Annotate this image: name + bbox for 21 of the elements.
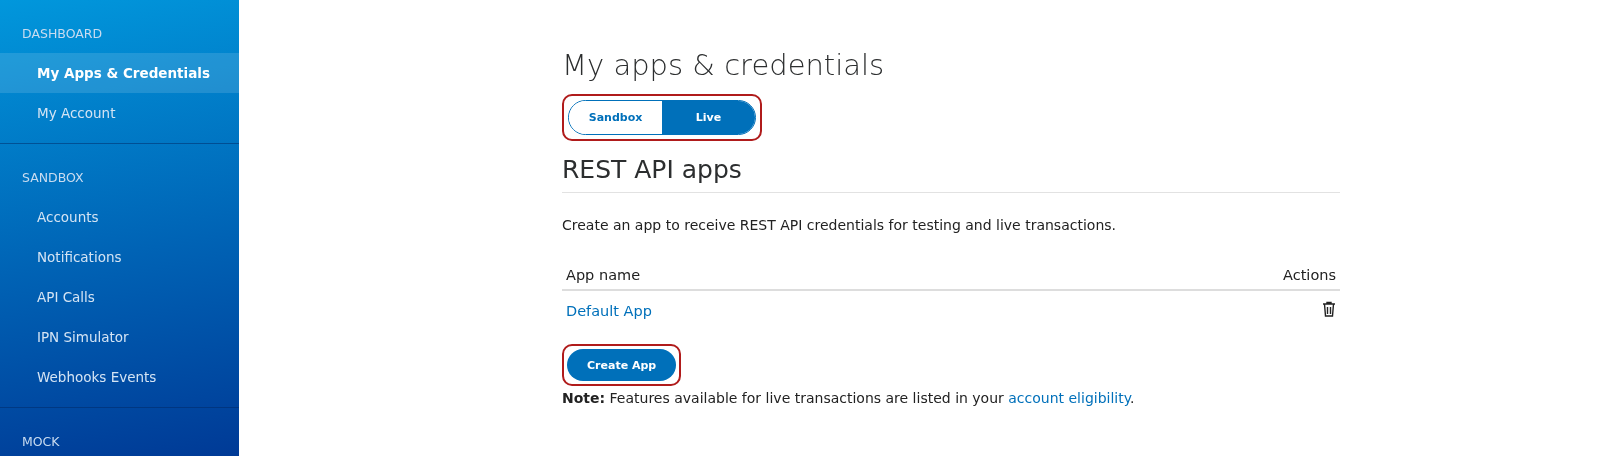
account-eligibility-link[interactable]: account eligibility	[1008, 390, 1130, 406]
column-header: App name	[562, 267, 1034, 290]
sidebar-item[interactable]: My Apps & Credentials	[0, 53, 239, 93]
sidebar-item[interactable]: API Calls	[0, 277, 239, 317]
page-title: My apps & credentials	[562, 48, 886, 82]
environment-tab[interactable]: Live	[662, 101, 755, 134]
column-header: Actions	[1033, 267, 1340, 290]
sidebar-section-heading: MOCK	[21, 434, 61, 449]
sidebar-section-heading: SANDBOX	[21, 170, 85, 185]
sidebar-item[interactable]: Webhooks Events	[0, 357, 239, 397]
create-app-button[interactable]: Create App	[567, 349, 677, 381]
description-text: Create an app to receive REST API credentials for testing and live transactions.	[562, 217, 1117, 233]
note-text: Note: Features available for live transactions are listed in your account eligibility.	[562, 390, 1136, 406]
sidebar-item[interactable]: Accounts	[0, 197, 239, 237]
app-name-link[interactable]: Default App	[566, 302, 652, 319]
sidebar-item[interactable]: My Account	[0, 93, 239, 133]
sidebar-item[interactable]: Notifications	[0, 237, 239, 277]
section-title: REST API apps	[562, 155, 1340, 193]
sidebar-item[interactable]: IPN Simulator	[0, 317, 239, 357]
sidebar-section-heading: DASHBOARD	[21, 26, 104, 41]
trash-icon[interactable]	[1322, 301, 1336, 317]
